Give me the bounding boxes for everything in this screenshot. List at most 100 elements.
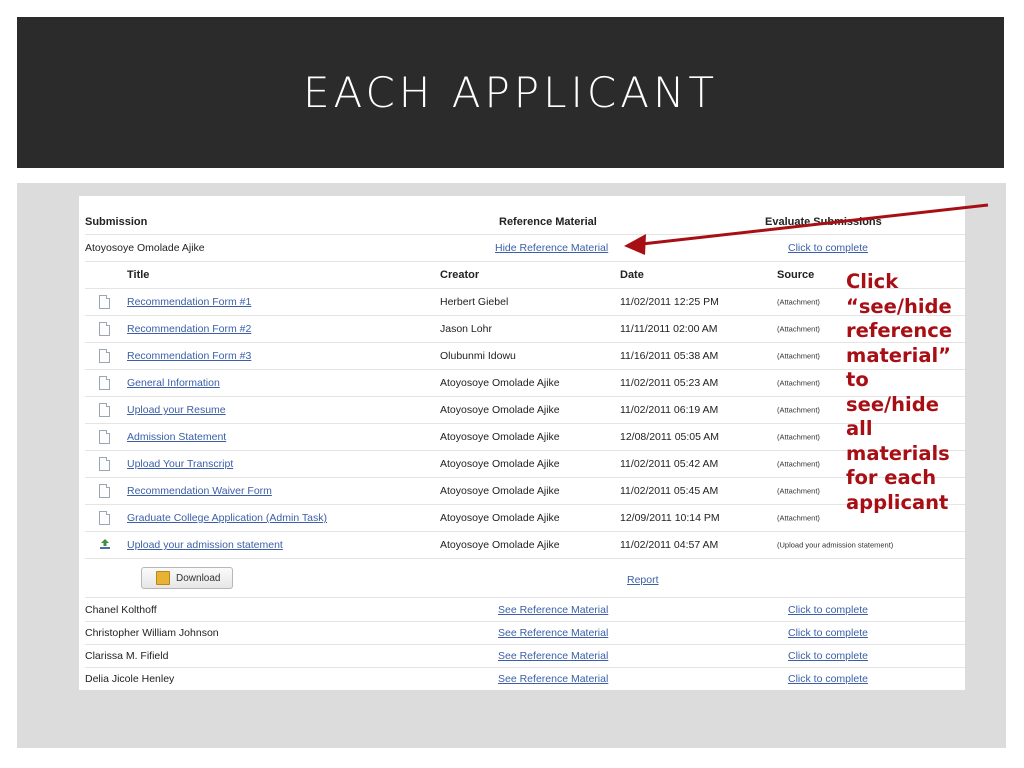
annotation-line: all (846, 417, 873, 440)
download-upload-icon[interactable] (99, 538, 111, 550)
annotation-line: see/hide (846, 392, 939, 416)
annotation-text: Click “see/hide reference material” to s… (846, 270, 1006, 515)
document-icon[interactable] (99, 457, 110, 471)
download-report-row: Download Report (85, 562, 965, 598)
hide-reference-material-link[interactable]: Hide Reference Material (495, 242, 608, 254)
click-to-complete-link[interactable]: Click to complete (788, 627, 868, 639)
material-row: Graduate College Application (Admin Task… (85, 505, 965, 532)
document-icon[interactable] (99, 484, 110, 498)
title-band: EACH APPLICANT (17, 17, 1004, 168)
material-row: Recommendation Form #3 Olubunmi Idowu 11/1… (85, 343, 965, 370)
material-row: General Information Atoyosoye Omolade Aji… (85, 370, 965, 397)
click-to-complete-link[interactable]: Click to complete (788, 604, 868, 616)
document-icon[interactable] (99, 376, 110, 390)
material-title-link[interactable]: Graduate College Application (Admin Task… (127, 512, 327, 524)
material-creator: Atoyosoye Omolade Ajike (440, 539, 560, 551)
material-source: (Attachment) (777, 459, 820, 469)
annotation-line: applicant (846, 490, 949, 514)
creator-column-header: Creator (440, 269, 480, 281)
applicant-row-expanded: Atoyosoye Omolade Ajike Hide Reference M… (85, 235, 965, 262)
material-date: 11/02/2011 12:25 PM (620, 296, 719, 308)
material-date: 11/02/2011 05:45 AM (620, 485, 719, 497)
applicant-name: Delia Jicole Henley (85, 673, 175, 685)
material-title-link[interactable]: Recommendation Form #3 (127, 350, 251, 362)
material-source: (Attachment) (777, 405, 820, 415)
applicant-name: Clarissa M. Fifield (85, 650, 169, 662)
material-date: 12/08/2011 05:05 AM (620, 431, 720, 443)
material-title-link[interactable]: General Information (127, 377, 220, 389)
material-date: 11/02/2011 05:42 AM (620, 458, 719, 470)
download-button-label: Download (176, 572, 221, 584)
applicant-table-screenshot: Submission Reference Material Evaluate S… (79, 196, 965, 690)
material-source: (Attachment) (777, 297, 820, 307)
material-title-link[interactable]: Upload Your Transcript (127, 458, 233, 470)
annotation-line: “see/hide (846, 294, 952, 318)
material-date: 12/09/2011 10:14 PM (620, 512, 720, 524)
table-header-row: Submission Reference Material Evaluate S… (85, 210, 965, 235)
click-to-complete-link[interactable]: Click to complete (788, 242, 868, 254)
material-source: (Upload your admission statement) (777, 540, 894, 550)
document-icon[interactable] (99, 511, 110, 525)
download-button[interactable]: Download (141, 567, 233, 589)
annotation-line: materials (846, 441, 950, 465)
material-row: Upload your admission statement Atoyosoye… (85, 532, 965, 559)
material-creator: Atoyosoye Omolade Ajike (440, 485, 560, 497)
material-title-link[interactable]: Recommendation Form #2 (127, 323, 251, 335)
evaluate-submissions-header: Evaluate Submissions (765, 216, 882, 228)
material-source: (Attachment) (777, 324, 820, 334)
material-creator: Atoyosoye Omolade Ajike (440, 404, 560, 416)
materials-header-row: Title Creator Date Source (85, 262, 965, 289)
material-date: 11/02/2011 05:23 AM (620, 377, 719, 389)
see-reference-material-link[interactable]: See Reference Material (498, 604, 608, 616)
applicant-row: Delia Jicole Henley See Reference Materia… (85, 668, 965, 690)
material-creator: Olubunmi Idowu (440, 350, 516, 362)
document-icon[interactable] (99, 322, 110, 336)
annotation-line: to (846, 368, 869, 391)
material-title-link[interactable]: Admission Statement (127, 431, 226, 443)
material-source: (Attachment) (777, 351, 820, 361)
click-to-complete-link[interactable]: Click to complete (788, 673, 868, 685)
annotation-line: material” (846, 343, 951, 367)
see-reference-material-link[interactable]: See Reference Material (498, 627, 608, 639)
material-title-link[interactable]: Upload your admission statement (127, 539, 283, 551)
see-reference-material-link[interactable]: See Reference Material (498, 650, 608, 662)
applicant-name: Christopher William Johnson (85, 627, 219, 639)
document-icon[interactable] (99, 430, 110, 444)
material-title-link[interactable]: Recommendation Form #1 (127, 296, 251, 308)
material-date: 11/16/2011 05:38 AM (620, 350, 719, 362)
material-creator: Atoyosoye Omolade Ajike (440, 512, 560, 524)
material-row: Recommendation Form #2 Jason Lohr 11/11/20… (85, 316, 965, 343)
material-source: (Attachment) (777, 513, 820, 523)
material-source: (Attachment) (777, 378, 820, 388)
material-source: (Attachment) (777, 486, 820, 496)
annotation-line: Click (846, 270, 899, 293)
material-date: 11/02/2011 06:19 AM (620, 404, 719, 416)
applicant-row: Clarissa M. Fifield See Reference Materia… (85, 645, 965, 668)
document-icon[interactable] (99, 403, 110, 417)
submission-header: Submission (85, 216, 148, 228)
material-title-link[interactable]: Recommendation Waiver Form (127, 485, 272, 497)
document-icon[interactable] (99, 295, 110, 309)
material-date: 11/11/2011 02:00 AM (620, 323, 718, 335)
material-date: 11/02/2011 04:57 AM (620, 539, 719, 551)
click-to-complete-link[interactable]: Click to complete (788, 650, 868, 662)
see-reference-material-link[interactable]: See Reference Material (498, 673, 608, 685)
material-creator: Atoyosoye Omolade Ajike (440, 458, 560, 470)
source-column-header: Source (777, 269, 815, 281)
title-column-header: Title (127, 269, 150, 281)
applicant-name: Chanel Kolthoff (85, 604, 157, 616)
report-link[interactable]: Report (627, 574, 659, 586)
annotation-line: for each (846, 466, 937, 489)
material-title-link[interactable]: Upload your Resume (127, 404, 226, 416)
applicant-row: Chanel Kolthoff See Reference Material Cli… (85, 599, 965, 622)
material-creator: Herbert Giebel (440, 296, 509, 308)
document-icon[interactable] (99, 349, 110, 363)
material-row: Admission Statement Atoyosoye Omolade Aji… (85, 424, 965, 451)
applicant-name: Atoyosoye Omolade Ajike (85, 242, 205, 254)
material-creator: Atoyosoye Omolade Ajike (440, 377, 560, 389)
material-row: Recommendation Form #1 Herbert Giebel 11/0… (85, 289, 965, 316)
material-creator: Atoyosoye Omolade Ajike (440, 431, 560, 443)
material-row: Recommendation Waiver Form Atoyosoye Omol… (85, 478, 965, 505)
material-row: Upload Your Transcript Atoyosoye Omolade … (85, 451, 965, 478)
material-creator: Jason Lohr (440, 323, 492, 335)
